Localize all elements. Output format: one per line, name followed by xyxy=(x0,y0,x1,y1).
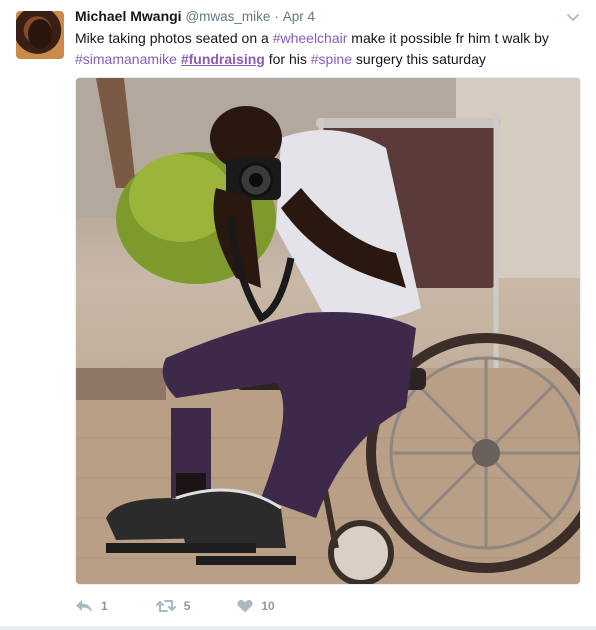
tweet-text-part: make it possible fr him t walk by xyxy=(347,30,549,46)
like-button[interactable]: 10 xyxy=(237,599,275,613)
hashtag-link[interactable]: #fundraising xyxy=(181,51,265,67)
separator: · xyxy=(274,9,279,24)
retweet-button[interactable]: 5 xyxy=(155,599,191,613)
tweet-text-part: for his xyxy=(264,51,311,67)
reply-button[interactable]: 1 xyxy=(75,599,108,613)
tweet-actions: 1 5 10 xyxy=(75,596,275,616)
chevron-down-icon[interactable] xyxy=(566,10,580,24)
avatar-face xyxy=(28,19,52,49)
tweet-date[interactable]: Apr 4 xyxy=(283,9,315,24)
tweet-text-part: Mike taking photos seated on a xyxy=(75,30,273,46)
retweet-icon xyxy=(155,600,176,612)
tweet-divider xyxy=(0,626,596,630)
reply-count: 1 xyxy=(101,599,108,613)
author-name[interactable]: Michael Mwangi xyxy=(75,8,182,24)
photo-illustration xyxy=(76,78,580,584)
heart-icon xyxy=(237,599,253,613)
tweet-photo[interactable] xyxy=(75,77,581,585)
hashtag-link[interactable]: #wheelchair xyxy=(273,30,348,46)
like-count: 10 xyxy=(261,599,275,613)
reply-icon xyxy=(76,600,92,612)
hashtag-link[interactable]: #spine xyxy=(311,51,352,67)
tweet-text-part: surgery this saturday xyxy=(352,51,486,67)
author-handle[interactable]: @mwas_mike xyxy=(185,9,270,24)
retweet-count: 5 xyxy=(183,599,191,613)
avatar[interactable] xyxy=(16,11,64,59)
tweet-text: Mike taking photos seated on a #wheelcha… xyxy=(75,28,580,70)
tweet-header: Michael Mwangi @mwas_mike · Apr 4 xyxy=(75,8,315,24)
tweet: Michael Mwangi @mwas_mike · Apr 4 Mike t… xyxy=(0,0,596,630)
hashtag-link[interactable]: #simamanamike xyxy=(75,51,177,67)
